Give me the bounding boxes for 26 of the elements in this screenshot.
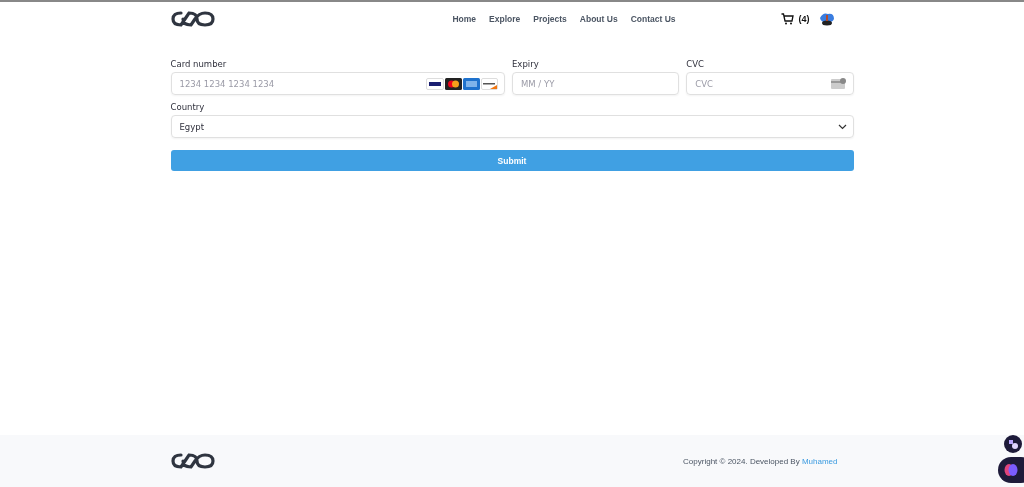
cvc-card-icon (830, 78, 847, 89)
cvc-input[interactable]: CVC (693, 77, 828, 90)
field-label: Card number (170, 59, 228, 69)
country-input[interactable]: Egypt (177, 120, 835, 133)
expiry-field[interactable]: MM / YY (512, 72, 680, 95)
field-label: CVC (686, 59, 705, 69)
card-brands-icon (426, 77, 498, 90)
nav-link[interactable]: Projects (533, 13, 567, 24)
expiry-input[interactable]: MM / YY (519, 77, 673, 90)
nav-link[interactable]: About Us (579, 13, 618, 24)
nav-link[interactable]: Explore (489, 13, 521, 24)
nav-link[interactable]: Home (452, 13, 477, 24)
card-number-input[interactable]: 1234 1234 1234 1234 (177, 77, 423, 90)
logo-icon[interactable] (170, 9, 217, 28)
brain-button[interactable] (998, 457, 1024, 483)
field-label: Expiry (512, 59, 540, 69)
card-number-field[interactable]: 1234 1234 1234 1234 (170, 72, 505, 95)
logo-icon[interactable] (170, 452, 217, 470)
chevron-down-icon (837, 123, 847, 130)
copyright-text: Copyright © 2024. Developed By Muhamed (683, 456, 838, 466)
cvc-field[interactable]: CVC (686, 72, 854, 95)
cart-count: (4) (798, 13, 810, 24)
nav-link[interactable]: Contact Us (630, 13, 676, 24)
country-select[interactable]: Egypt (170, 115, 854, 138)
field-label: Country (170, 102, 206, 112)
cart-icon[interactable] (781, 12, 795, 25)
